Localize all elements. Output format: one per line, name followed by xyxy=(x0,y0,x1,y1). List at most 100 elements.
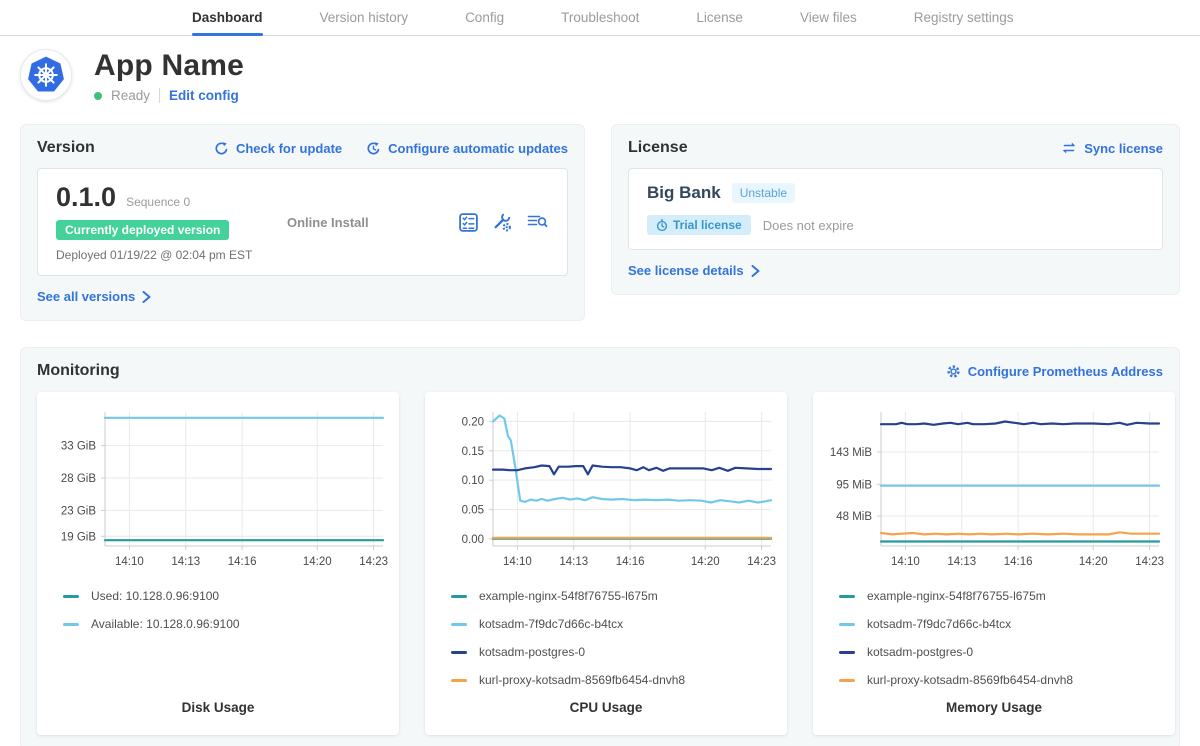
svg-text:14:20: 14:20 xyxy=(691,556,720,568)
svg-text:14:10: 14:10 xyxy=(115,556,144,568)
stopwatch-icon xyxy=(656,219,668,232)
deployed-badge: Currently deployed version xyxy=(56,220,229,240)
app-logo xyxy=(20,49,72,101)
customer-name: Big Bank xyxy=(647,183,721,203)
version-number: 0.1.0 xyxy=(56,182,116,213)
schedule-update-icon xyxy=(366,141,381,156)
svg-text:14:13: 14:13 xyxy=(559,556,588,568)
legend-item: kotsadm-7f9dc7d66c-b4tcx xyxy=(839,610,1149,638)
chart-plot: 19 GiB 23 GiB 28 GiB 33 GiB 14:10 14:13 14:16 1… xyxy=(45,400,391,578)
chart-title: Memory Usage xyxy=(821,700,1167,723)
chart-legend: example-nginx-54f8f76755-l675m kotsadm-7f… xyxy=(821,578,1167,694)
legend-label: kotsadm-postgres-0 xyxy=(479,645,585,659)
svg-text:14:10: 14:10 xyxy=(503,556,532,568)
svg-text:0.05: 0.05 xyxy=(462,505,484,517)
svg-text:48 MiB: 48 MiB xyxy=(836,511,872,523)
see-license-details-link[interactable]: See license details xyxy=(628,263,760,278)
legend-item: kurl-proxy-kotsadm-8569fb6454-dnvh8 xyxy=(451,666,761,694)
svg-text:14:16: 14:16 xyxy=(616,556,645,568)
legend-item: kotsadm-postgres-0 xyxy=(451,638,761,666)
check-for-update-button[interactable]: Check for update xyxy=(214,141,342,156)
license-card-title: License xyxy=(628,139,688,157)
monitoring-title: Monitoring xyxy=(37,362,120,380)
legend-swatch xyxy=(839,623,855,626)
legend-item: kotsadm-7f9dc7d66c-b4tcx xyxy=(451,610,761,638)
tab-view-files[interactable]: View files xyxy=(800,0,857,35)
page-title: App Name xyxy=(94,49,244,83)
legend-swatch xyxy=(451,623,467,626)
svg-text:14:23: 14:23 xyxy=(1135,556,1164,568)
deployed-timestamp: Deployed 01/19/22 @ 02:04 pm EST xyxy=(56,248,271,262)
legend-item: Available: 10.128.0.96:9100 xyxy=(63,610,373,638)
tab-version-history[interactable]: Version history xyxy=(320,0,409,35)
legend-label: example-nginx-54f8f76755-l675m xyxy=(867,589,1046,603)
tab-config[interactable]: Config xyxy=(465,0,504,35)
legend-label: kotsadm-7f9dc7d66c-b4tcx xyxy=(867,617,1011,631)
chart-card: 0.000.050.100.150.2014:1014:1314:1614:20… xyxy=(425,392,787,735)
channel-badge: Unstable xyxy=(732,183,795,203)
monitoring-charts: 19 GiB 23 GiB 28 GiB 33 GiB 14:10 14:13 14:16 1… xyxy=(37,392,1163,735)
preflight-checks-icon[interactable] xyxy=(458,212,479,233)
chart-plot: 48 MiB95 MiB143 MiB14:1014:1314:1614:201… xyxy=(821,400,1167,578)
version-sequence: Sequence 0 xyxy=(126,195,190,209)
svg-text:143 MiB: 143 MiB xyxy=(830,447,873,459)
tab-dashboard[interactable]: Dashboard xyxy=(192,0,263,35)
svg-text:19 GiB: 19 GiB xyxy=(61,531,96,543)
svg-text:95 MiB: 95 MiB xyxy=(836,479,872,491)
edit-config-wrench-icon[interactable] xyxy=(492,212,513,233)
legend-label: Available: 10.128.0.96:9100 xyxy=(91,617,240,631)
license-expiry: Does not expire xyxy=(763,218,854,233)
chart-title: Disk Usage xyxy=(45,700,391,723)
license-card: License Sync license Big Bank Unstable T… xyxy=(611,124,1180,295)
tab-license[interactable]: License xyxy=(696,0,743,35)
svg-text:28 GiB: 28 GiB xyxy=(61,473,96,485)
svg-text:0.15: 0.15 xyxy=(462,446,484,458)
svg-text:14:13: 14:13 xyxy=(947,556,976,568)
legend-item: kotsadm-postgres-0 xyxy=(839,638,1149,666)
chart-title: CPU Usage xyxy=(433,700,779,723)
svg-text:14:16: 14:16 xyxy=(228,556,257,568)
legend-swatch xyxy=(451,651,467,654)
svg-text:33 GiB: 33 GiB xyxy=(61,441,96,453)
edit-config-link[interactable]: Edit config xyxy=(169,88,239,103)
chart-card: 19 GiB 23 GiB 28 GiB 33 GiB 14:10 14:13 14:16 1… xyxy=(37,392,399,735)
tab-registry-settings[interactable]: Registry settings xyxy=(914,0,1014,35)
status-text: Ready xyxy=(111,88,150,103)
svg-text:14:10: 14:10 xyxy=(891,556,920,568)
top-nav: Dashboard Version history Config Trouble… xyxy=(0,0,1200,36)
kubernetes-icon xyxy=(26,55,66,95)
chart-legend: Used: 10.128.0.96:9100 Available: 10.128.… xyxy=(45,578,391,638)
install-type-label: Online Install xyxy=(271,215,458,230)
refresh-icon xyxy=(214,141,229,156)
chart-legend: example-nginx-54f8f76755-l675mkotsadm-7f… xyxy=(433,578,779,694)
legend-label: Used: 10.128.0.96:9100 xyxy=(91,589,219,603)
gear-icon xyxy=(946,364,961,379)
legend-swatch xyxy=(451,679,467,682)
license-type-badge: Trial license xyxy=(647,215,751,235)
svg-text:14:13: 14:13 xyxy=(171,556,200,568)
svg-text:0.00: 0.00 xyxy=(462,534,484,546)
svg-text:14:23: 14:23 xyxy=(747,556,776,568)
chevron-right-icon xyxy=(751,265,760,277)
chart-plot: 0.000.050.100.150.2014:1014:1314:1614:20… xyxy=(433,400,779,578)
divider xyxy=(159,88,160,103)
legend-swatch xyxy=(839,679,855,682)
svg-text:14:20: 14:20 xyxy=(303,556,332,568)
legend-swatch xyxy=(839,651,855,654)
chart-card: 48 MiB95 MiB143 MiB14:1014:1314:1614:201… xyxy=(813,392,1175,735)
legend-item: kurl-proxy-kotsadm-8569fb6454-dnvh8 xyxy=(839,666,1149,694)
see-all-versions-link[interactable]: See all versions xyxy=(37,289,151,304)
deploy-logs-icon[interactable] xyxy=(526,212,549,232)
legend-label: kurl-proxy-kotsadm-8569fb6454-dnvh8 xyxy=(479,673,685,687)
legend-item: example-nginx-54f8f76755-l675m xyxy=(839,582,1149,610)
legend-swatch xyxy=(451,595,467,598)
sync-license-button[interactable]: Sync license xyxy=(1061,141,1163,156)
svg-text:14:23: 14:23 xyxy=(359,556,388,568)
legend-item: Used: 10.128.0.96:9100 xyxy=(63,582,373,610)
configure-automatic-updates-button[interactable]: Configure automatic updates xyxy=(366,141,568,156)
legend-label: kurl-proxy-kotsadm-8569fb6454-dnvh8 xyxy=(867,673,1073,687)
tab-troubleshoot[interactable]: Troubleshoot xyxy=(561,0,639,35)
legend-swatch xyxy=(63,595,79,598)
svg-text:23 GiB: 23 GiB xyxy=(61,505,96,517)
configure-prometheus-button[interactable]: Configure Prometheus Address xyxy=(946,364,1163,379)
